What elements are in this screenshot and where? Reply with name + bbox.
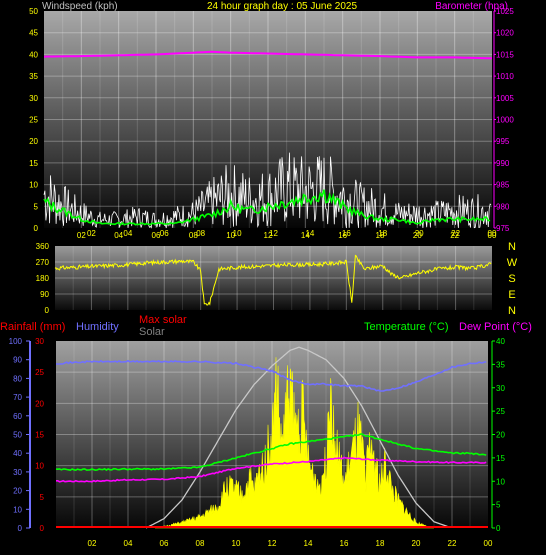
direction-panel: 090180270360 NWSEN02 04 06 08 10 12 14 16 18 20 22 0… bbox=[36, 229, 518, 317]
dir-x-tick-label: 22 bbox=[451, 229, 460, 238]
wind-tick-label: 45 bbox=[29, 29, 38, 38]
baro-tick-label: 1000 bbox=[496, 116, 514, 125]
dir-x-tick-label: 20 bbox=[415, 229, 424, 238]
dir-tick-label: 360 bbox=[36, 242, 50, 251]
wind-tick-label: 15 bbox=[29, 159, 38, 168]
dir-x-tick-label: 02 bbox=[87, 229, 96, 238]
rain-x-tick-label: 12 bbox=[268, 539, 277, 548]
rain-x-tick-label: 22 bbox=[448, 539, 457, 548]
baro-tick-label: 980 bbox=[496, 202, 510, 211]
solar-legend: Solar bbox=[139, 326, 165, 338]
temp-tick-label: 40 bbox=[496, 337, 505, 346]
humidity-tick-label: 70 bbox=[13, 393, 22, 402]
humidity-tick-label: 10 bbox=[13, 505, 22, 514]
wind-x-tick-label: 02 bbox=[77, 231, 86, 240]
wind-tick-label: 35 bbox=[29, 72, 38, 81]
wind-tick-label: 40 bbox=[29, 50, 38, 59]
rainfall-legend: Rainfall (mm) bbox=[0, 321, 65, 333]
temp-tick-label: 30 bbox=[496, 384, 505, 393]
dir-x-tick-label: 18 bbox=[378, 229, 387, 238]
dir-x-tick-label: 14 bbox=[305, 229, 314, 238]
dir-tick-label: 270 bbox=[36, 258, 50, 267]
temp-tick-label: 35 bbox=[496, 360, 505, 369]
compass-label: S bbox=[508, 273, 515, 285]
humidity-tick-label: 100 bbox=[9, 337, 23, 346]
wind-tick-label: 20 bbox=[29, 137, 38, 146]
humidity-legend: Humidity bbox=[76, 321, 119, 333]
baro-tick-label: 990 bbox=[496, 159, 510, 168]
dir-x-tick-label: 10 bbox=[233, 229, 242, 238]
rain-tick-label: 10 bbox=[35, 462, 44, 471]
rain-tick-label: 5 bbox=[40, 493, 45, 502]
wind-tick-label: 10 bbox=[29, 181, 38, 190]
temp-tick-label: 20 bbox=[496, 431, 505, 440]
rain-x-tick-label: 04 bbox=[124, 539, 133, 548]
humidity-tick-label: 50 bbox=[13, 431, 22, 440]
rain-x-tick-label: 14 bbox=[304, 539, 313, 548]
baro-axis-label: Barometer (hpa) bbox=[435, 1, 508, 12]
wind-tick-label: 50 bbox=[29, 7, 38, 16]
rain-x-tick-label: 00 bbox=[484, 539, 493, 548]
humidity-tick-label: 30 bbox=[13, 468, 22, 477]
compass-label: N bbox=[508, 241, 516, 253]
rain-tick-label: 0 bbox=[40, 524, 45, 533]
dew-point-legend: Dew Point (°C) bbox=[459, 321, 532, 333]
dir-x-tick-label: 04 bbox=[123, 229, 132, 238]
rain-x-tick-label: 10 bbox=[232, 539, 241, 548]
rain-x-tick-label: 20 bbox=[412, 539, 421, 548]
dir-x-tick-label: 12 bbox=[269, 229, 278, 238]
humidity-tick-label: 40 bbox=[13, 449, 22, 458]
dir-tick-label: 0 bbox=[45, 306, 50, 315]
dir-x-tick-label: 00 bbox=[488, 229, 497, 238]
temp-tick-label: 15 bbox=[496, 454, 505, 463]
dir-tick-label: 90 bbox=[40, 290, 49, 299]
wind-tick-label: 0 bbox=[34, 224, 39, 233]
rain-tick-label: 30 bbox=[35, 337, 44, 346]
compass-label: E bbox=[508, 289, 515, 301]
humidity-tick-label: 0 bbox=[18, 524, 23, 533]
temp-tick-label: 25 bbox=[496, 407, 505, 416]
humidity-tick-label: 80 bbox=[13, 374, 22, 383]
temp-tick-label: 5 bbox=[496, 501, 501, 510]
temp-tick-label: 0 bbox=[496, 524, 501, 533]
rain-tick-label: 25 bbox=[35, 368, 44, 377]
rain-tick-label: 15 bbox=[35, 431, 44, 440]
rain-x-tick-label: 16 bbox=[340, 539, 349, 548]
dir-x-tick-label: 16 bbox=[342, 229, 351, 238]
dir-x-tick-label: 08 bbox=[196, 229, 205, 238]
rain-x-tick-label: 06 bbox=[160, 539, 169, 548]
wind-tick-label: 30 bbox=[29, 94, 38, 103]
baro-tick-label: 1010 bbox=[496, 72, 514, 81]
baro-tick-label: 1015 bbox=[496, 50, 514, 59]
max-solar-legend: Max solar bbox=[139, 314, 187, 326]
wind-axis-label: Windspeed (kph) bbox=[42, 1, 118, 12]
baro-tick-label: 1005 bbox=[496, 94, 514, 103]
rain-x-tick-label: 08 bbox=[196, 539, 205, 548]
dir-x-tick-label: 06 bbox=[160, 229, 169, 238]
temperature-legend: Temperature (°C) bbox=[364, 321, 448, 333]
wind-baro-panel: 0510152025303540455097598098599099510001… bbox=[29, 1, 514, 240]
wind-tick-label: 5 bbox=[34, 202, 39, 211]
rain-tick-label: 20 bbox=[35, 399, 44, 408]
wind-tick-label: 25 bbox=[29, 116, 38, 125]
weather-chart: 0510152025303540455097598098599099510001… bbox=[0, 1, 532, 548]
dir-tick-label: 180 bbox=[36, 274, 50, 283]
compass-label: N bbox=[508, 305, 516, 317]
wind-x-tick-label: 04 bbox=[114, 231, 123, 240]
baro-tick-label: 1020 bbox=[496, 29, 514, 38]
humidity-tick-label: 60 bbox=[13, 412, 22, 421]
humidity-tick-label: 20 bbox=[13, 487, 22, 496]
baro-tick-label: 985 bbox=[496, 181, 510, 190]
baro-tick-label: 975 bbox=[496, 224, 510, 233]
temp-tick-label: 10 bbox=[496, 477, 505, 486]
chart-title: 24 hour graph day : 05 June 2025 bbox=[207, 1, 358, 12]
humidity-tick-label: 90 bbox=[13, 356, 22, 365]
rain-x-tick-label: 02 bbox=[88, 539, 97, 548]
baro-tick-label: 995 bbox=[496, 137, 510, 146]
compass-label: W bbox=[507, 257, 518, 269]
rain-x-tick-label: 18 bbox=[376, 539, 385, 548]
rain-temp-panel: 0102030405060708090100051015202530051015… bbox=[0, 314, 532, 548]
